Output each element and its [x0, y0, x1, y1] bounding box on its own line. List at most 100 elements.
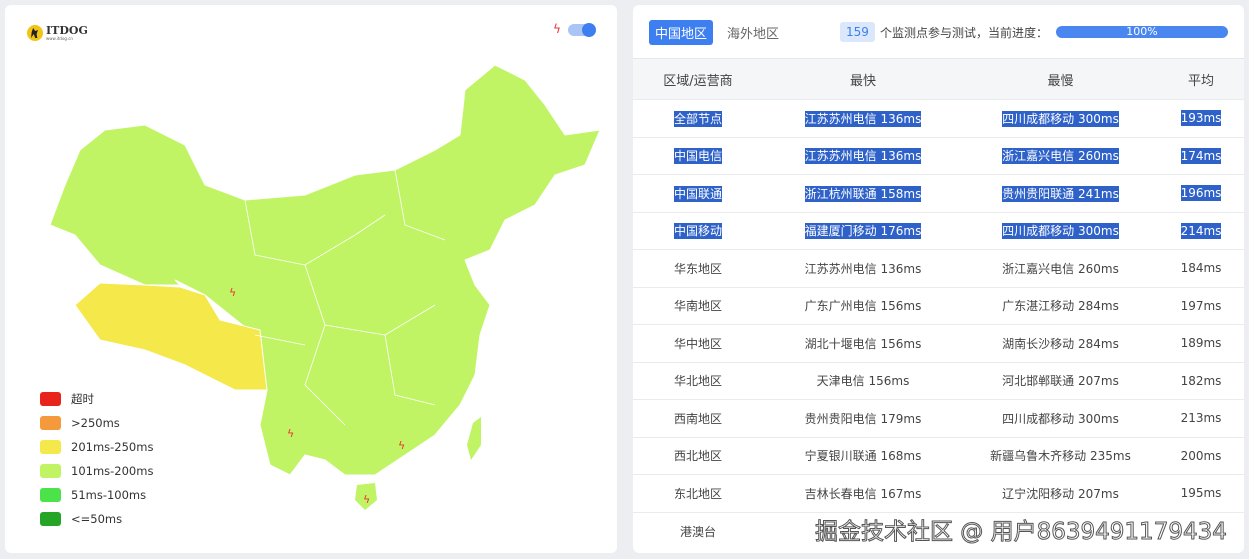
cell-text: 四川成都移动 300ms: [1002, 411, 1119, 426]
cell-text: 东北地区: [673, 486, 722, 501]
cell-fast: 贵州贵阳电信 179ms: [763, 399, 963, 437]
cell-region: 东北地区: [633, 474, 763, 512]
cell-text: 辽宁沈阳移动 207ms: [1002, 486, 1119, 501]
cell-text: 江苏苏州电信 136ms: [804, 110, 922, 127]
legend-swatch: [40, 464, 61, 478]
cell-text: 189ms: [1180, 336, 1222, 351]
col-average: 平均: [1158, 58, 1244, 100]
cell-text: 西北地区: [673, 449, 722, 464]
cell-fast: 湖北十堰电信 156ms: [763, 324, 963, 362]
cell-text: 浙江嘉兴电信 260ms: [1002, 261, 1119, 276]
cell-region: 华东地区: [633, 249, 763, 287]
legend-item: 101ms-200ms: [40, 459, 153, 483]
legend-swatch: [40, 440, 61, 454]
results-table: 区域/运营商 最快 最慢 平均 全部节点 江苏苏州电信 136ms 四川成都移动 3…: [633, 58, 1244, 550]
cell-slow: 贵州贵阳联通 241ms: [963, 174, 1158, 212]
cell-text: 港澳台: [679, 524, 716, 539]
cell-avg: 182ms: [1158, 361, 1244, 400]
cell-text: 福建厦门移动 176ms: [804, 223, 922, 240]
lightning-icon: ϟ: [398, 439, 405, 452]
cell-fast: 宁夏银川联通 168ms: [763, 436, 963, 475]
table-row[interactable]: 西北地区 宁夏银川联通 168ms 新疆乌鲁木齐移动 235ms 200ms: [633, 436, 1244, 475]
col-slowest: 最慢: [963, 58, 1158, 100]
cell-text: 西南地区: [673, 411, 722, 426]
cell-slow: 广东湛江移动 284ms: [963, 286, 1158, 325]
table-row[interactable]: 华中地区 湖北十堰电信 156ms 湖南长沙移动 284ms 189ms: [633, 324, 1244, 362]
cell-avg: 200ms: [1158, 436, 1244, 475]
cell-region: 华南地区: [633, 286, 763, 325]
cell-avg: 174ms: [1158, 136, 1244, 175]
cell-slow: 湖南长沙移动 284ms: [963, 324, 1158, 362]
table-row[interactable]: 中国移动 福建厦门移动 176ms 四川成都移动 300ms 214ms: [633, 211, 1244, 250]
cell-slow: 浙江嘉兴电信 260ms: [963, 136, 1158, 175]
cell-text: 182ms: [1180, 373, 1222, 388]
table-row[interactable]: 华北地区 天津电信 156ms 河北邯郸联通 207ms 182ms: [633, 361, 1244, 400]
cell-slow: 辽宁沈阳移动 207ms: [963, 474, 1158, 512]
cell-text: 中国联通: [673, 185, 722, 202]
cell-slow: 四川成都移动 300ms: [963, 211, 1158, 250]
legend-item: >250ms: [40, 411, 153, 435]
results-panel: 中国地区 海外地区 159 个监测点参与测试，当前进度： 100% 区域/运营商…: [633, 5, 1244, 553]
cell-text: 213ms: [1180, 411, 1222, 426]
cell-avg: 193ms: [1158, 99, 1244, 137]
map-legend: 超时 >250ms 201ms-250ms 101ms-200ms 51ms-1…: [40, 387, 153, 531]
cell-avg: 189ms: [1158, 324, 1244, 362]
col-region: 区域/运营商: [633, 58, 763, 100]
cell-text: 全部节点: [673, 110, 722, 127]
col-fastest: 最快: [763, 58, 963, 100]
table-row[interactable]: 东北地区 吉林长春电信 167ms 辽宁沈阳移动 207ms 195ms: [633, 474, 1244, 512]
cell-text: 贵州贵阳联通 241ms: [1002, 185, 1119, 202]
cell-text: 广东广州电信 156ms: [804, 299, 922, 314]
cell-region: 华北地区: [633, 361, 763, 400]
cell-text: 华中地区: [673, 336, 722, 351]
legend-swatch: [40, 512, 61, 526]
cell-text: 四川成都移动 300ms: [1002, 110, 1119, 127]
table-row[interactable]: 中国联通 浙江杭州联通 158ms 贵州贵阳联通 241ms 196ms: [633, 174, 1244, 212]
cell-region: 港澳台: [633, 511, 763, 550]
cell-text: 195ms: [1180, 486, 1222, 501]
cell-avg: 184ms: [1158, 249, 1244, 287]
cell-text: 196ms: [1180, 185, 1222, 202]
legend-swatch: [40, 488, 61, 502]
progress-bar: 100%: [1055, 26, 1228, 38]
table-row[interactable]: 华南地区 广东广州电信 156ms 广东湛江移动 284ms 197ms: [633, 286, 1244, 325]
legend-item: 超时: [40, 387, 153, 411]
cell-fast: 福建厦门移动 176ms: [763, 211, 963, 250]
cell-text: 湖北十堰电信 156ms: [804, 336, 922, 351]
cell-fast: 吉林长春电信 167ms: [763, 474, 963, 512]
monitor-count-badge: 159: [840, 22, 875, 42]
tab-overseas[interactable]: 海外地区: [721, 20, 785, 45]
cell-text: 浙江杭州联通 158ms: [804, 185, 922, 202]
region-taiwan[interactable]: [467, 417, 481, 460]
cell-text: 214ms: [1180, 222, 1222, 239]
table-row[interactable]: 华东地区 江苏苏州电信 136ms 浙江嘉兴电信 260ms 184ms: [633, 249, 1244, 287]
cell-text: 中国移动: [673, 223, 722, 240]
cell-text: 华东地区: [673, 261, 722, 276]
tab-china[interactable]: 中国地区: [649, 19, 714, 45]
cell-region: 全部节点: [633, 99, 763, 137]
lightning-icon: ϟ: [287, 427, 294, 440]
cell-slow: 河北邯郸联通 207ms: [963, 361, 1158, 400]
cell-slow: 四川成都移动 300ms: [963, 99, 1158, 137]
cell-slow: 浙江嘉兴电信 260ms: [963, 249, 1158, 287]
table-row[interactable]: 全部节点 江苏苏州电信 136ms 四川成都移动 300ms 193ms: [633, 99, 1244, 137]
cell-text: 197ms: [1180, 298, 1222, 313]
cell-text: 浙江嘉兴电信 260ms: [1002, 148, 1119, 165]
cell-region: 西北地区: [633, 436, 763, 475]
cell-text: 江苏苏州电信 136ms: [804, 261, 922, 276]
table-row[interactable]: 中国电信 江苏苏州电信 136ms 浙江嘉兴电信 260ms 174ms: [633, 136, 1244, 175]
cell-slow: 四川成都移动 300ms: [963, 399, 1158, 437]
cell-avg: 214ms: [1158, 211, 1244, 250]
cell-text: 广东湛江移动 284ms: [1002, 299, 1119, 314]
cell-fast: 江苏苏州电信 136ms: [763, 99, 963, 137]
cell-avg: 213ms: [1158, 399, 1244, 437]
legend-swatch: [40, 416, 61, 430]
cell-text: 湖南长沙移动 284ms: [1002, 336, 1119, 351]
cell-text: 吉林长春电信 167ms: [804, 486, 922, 501]
cell-fast: 广东广州电信 156ms: [763, 286, 963, 325]
cell-text: 174ms: [1180, 147, 1222, 164]
table-row[interactable]: 西南地区 贵州贵阳电信 179ms 四川成都移动 300ms 213ms: [633, 399, 1244, 437]
cell-text: 华南地区: [673, 299, 722, 314]
cell-region: 西南地区: [633, 399, 763, 437]
cell-text: 天津电信 156ms: [816, 374, 910, 389]
